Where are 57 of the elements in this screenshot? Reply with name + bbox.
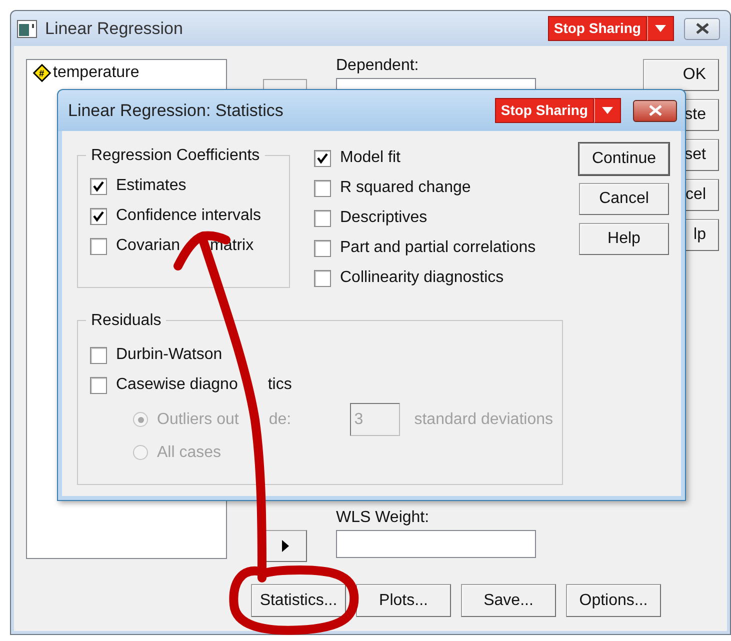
app-icon (17, 20, 37, 38)
dropdown-button[interactable] (594, 98, 621, 123)
window-title: Linear Regression (45, 18, 183, 40)
checkbox-label: Collinearity diagnostics (340, 268, 504, 288)
close-icon (696, 23, 708, 34)
checkbox-label: Confidence intervals (116, 206, 261, 226)
checkbox[interactable] (90, 376, 107, 394)
checkbox-label: Outliers out (157, 410, 239, 430)
move-button[interactable] (263, 530, 307, 562)
wls-weight-field[interactable] (336, 530, 536, 558)
checkbox-label: matrix (210, 236, 254, 256)
checkbox-label: All cases (157, 442, 222, 462)
close-button[interactable] (684, 18, 720, 40)
checkbox[interactable] (314, 150, 331, 166)
stop-sharing-button[interactable]: Stop Sharing (548, 16, 647, 41)
checkbox[interactable] (314, 270, 331, 286)
dialog-button[interactable]: Help (579, 223, 669, 255)
checkbox-label: de: (268, 410, 292, 430)
close-icon (648, 105, 662, 116)
dropdown-button[interactable] (647, 16, 674, 41)
checkbox[interactable] (314, 210, 331, 226)
checkbox-label: tics (268, 375, 292, 395)
checkbox-label: R squared change (340, 178, 471, 198)
dialog-button[interactable]: Plots... (356, 584, 451, 617)
dialog-button[interactable]: Statistics... (251, 584, 346, 617)
checkbox-label: Part and partial correlations (340, 238, 536, 258)
checkbox[interactable] (90, 238, 107, 254)
stop-sharing-button[interactable]: Stop Sharing (494, 98, 594, 123)
checkbox-label: Covarian (116, 236, 180, 256)
checkbox[interactable] (90, 208, 107, 224)
checkbox[interactable] (90, 346, 107, 364)
numeric-variable-icon: # (32, 64, 52, 82)
checkbox-label: Durbin-Watson (116, 345, 222, 365)
checkmark-icon (93, 210, 104, 222)
dialog-button[interactable]: OK (643, 59, 719, 91)
caret-icon (602, 107, 613, 114)
variable-item[interactable]: # temperature (33, 63, 226, 83)
dialog-button[interactable]: Cancel (579, 183, 669, 215)
checkbox-label: Casewise diagno (116, 375, 238, 395)
checkbox-label: Descriptives (340, 208, 428, 228)
checkmark-icon (317, 152, 328, 164)
caret-icon (655, 25, 666, 32)
dialog-title: Linear Regression: Statistics (68, 100, 284, 122)
checkbox[interactable] (314, 240, 331, 256)
checkbox[interactable] (314, 180, 331, 196)
dialog-button[interactable]: Save... (461, 584, 556, 617)
dialog-button[interactable]: Options... (566, 584, 661, 617)
dialog-button[interactable]: Continue (579, 143, 669, 175)
checkbox[interactable] (90, 178, 107, 194)
units-label: standard deviations (414, 410, 553, 430)
checkbox-label: Estimates (116, 176, 186, 196)
dependent-label: Dependent: (336, 56, 420, 76)
wls-weight-label: WLS Weight: (336, 508, 430, 528)
close-button[interactable] (633, 100, 677, 122)
right-arrow-icon (282, 540, 288, 552)
checkmark-icon (93, 180, 104, 192)
checkbox-label: Model fit (340, 148, 400, 168)
